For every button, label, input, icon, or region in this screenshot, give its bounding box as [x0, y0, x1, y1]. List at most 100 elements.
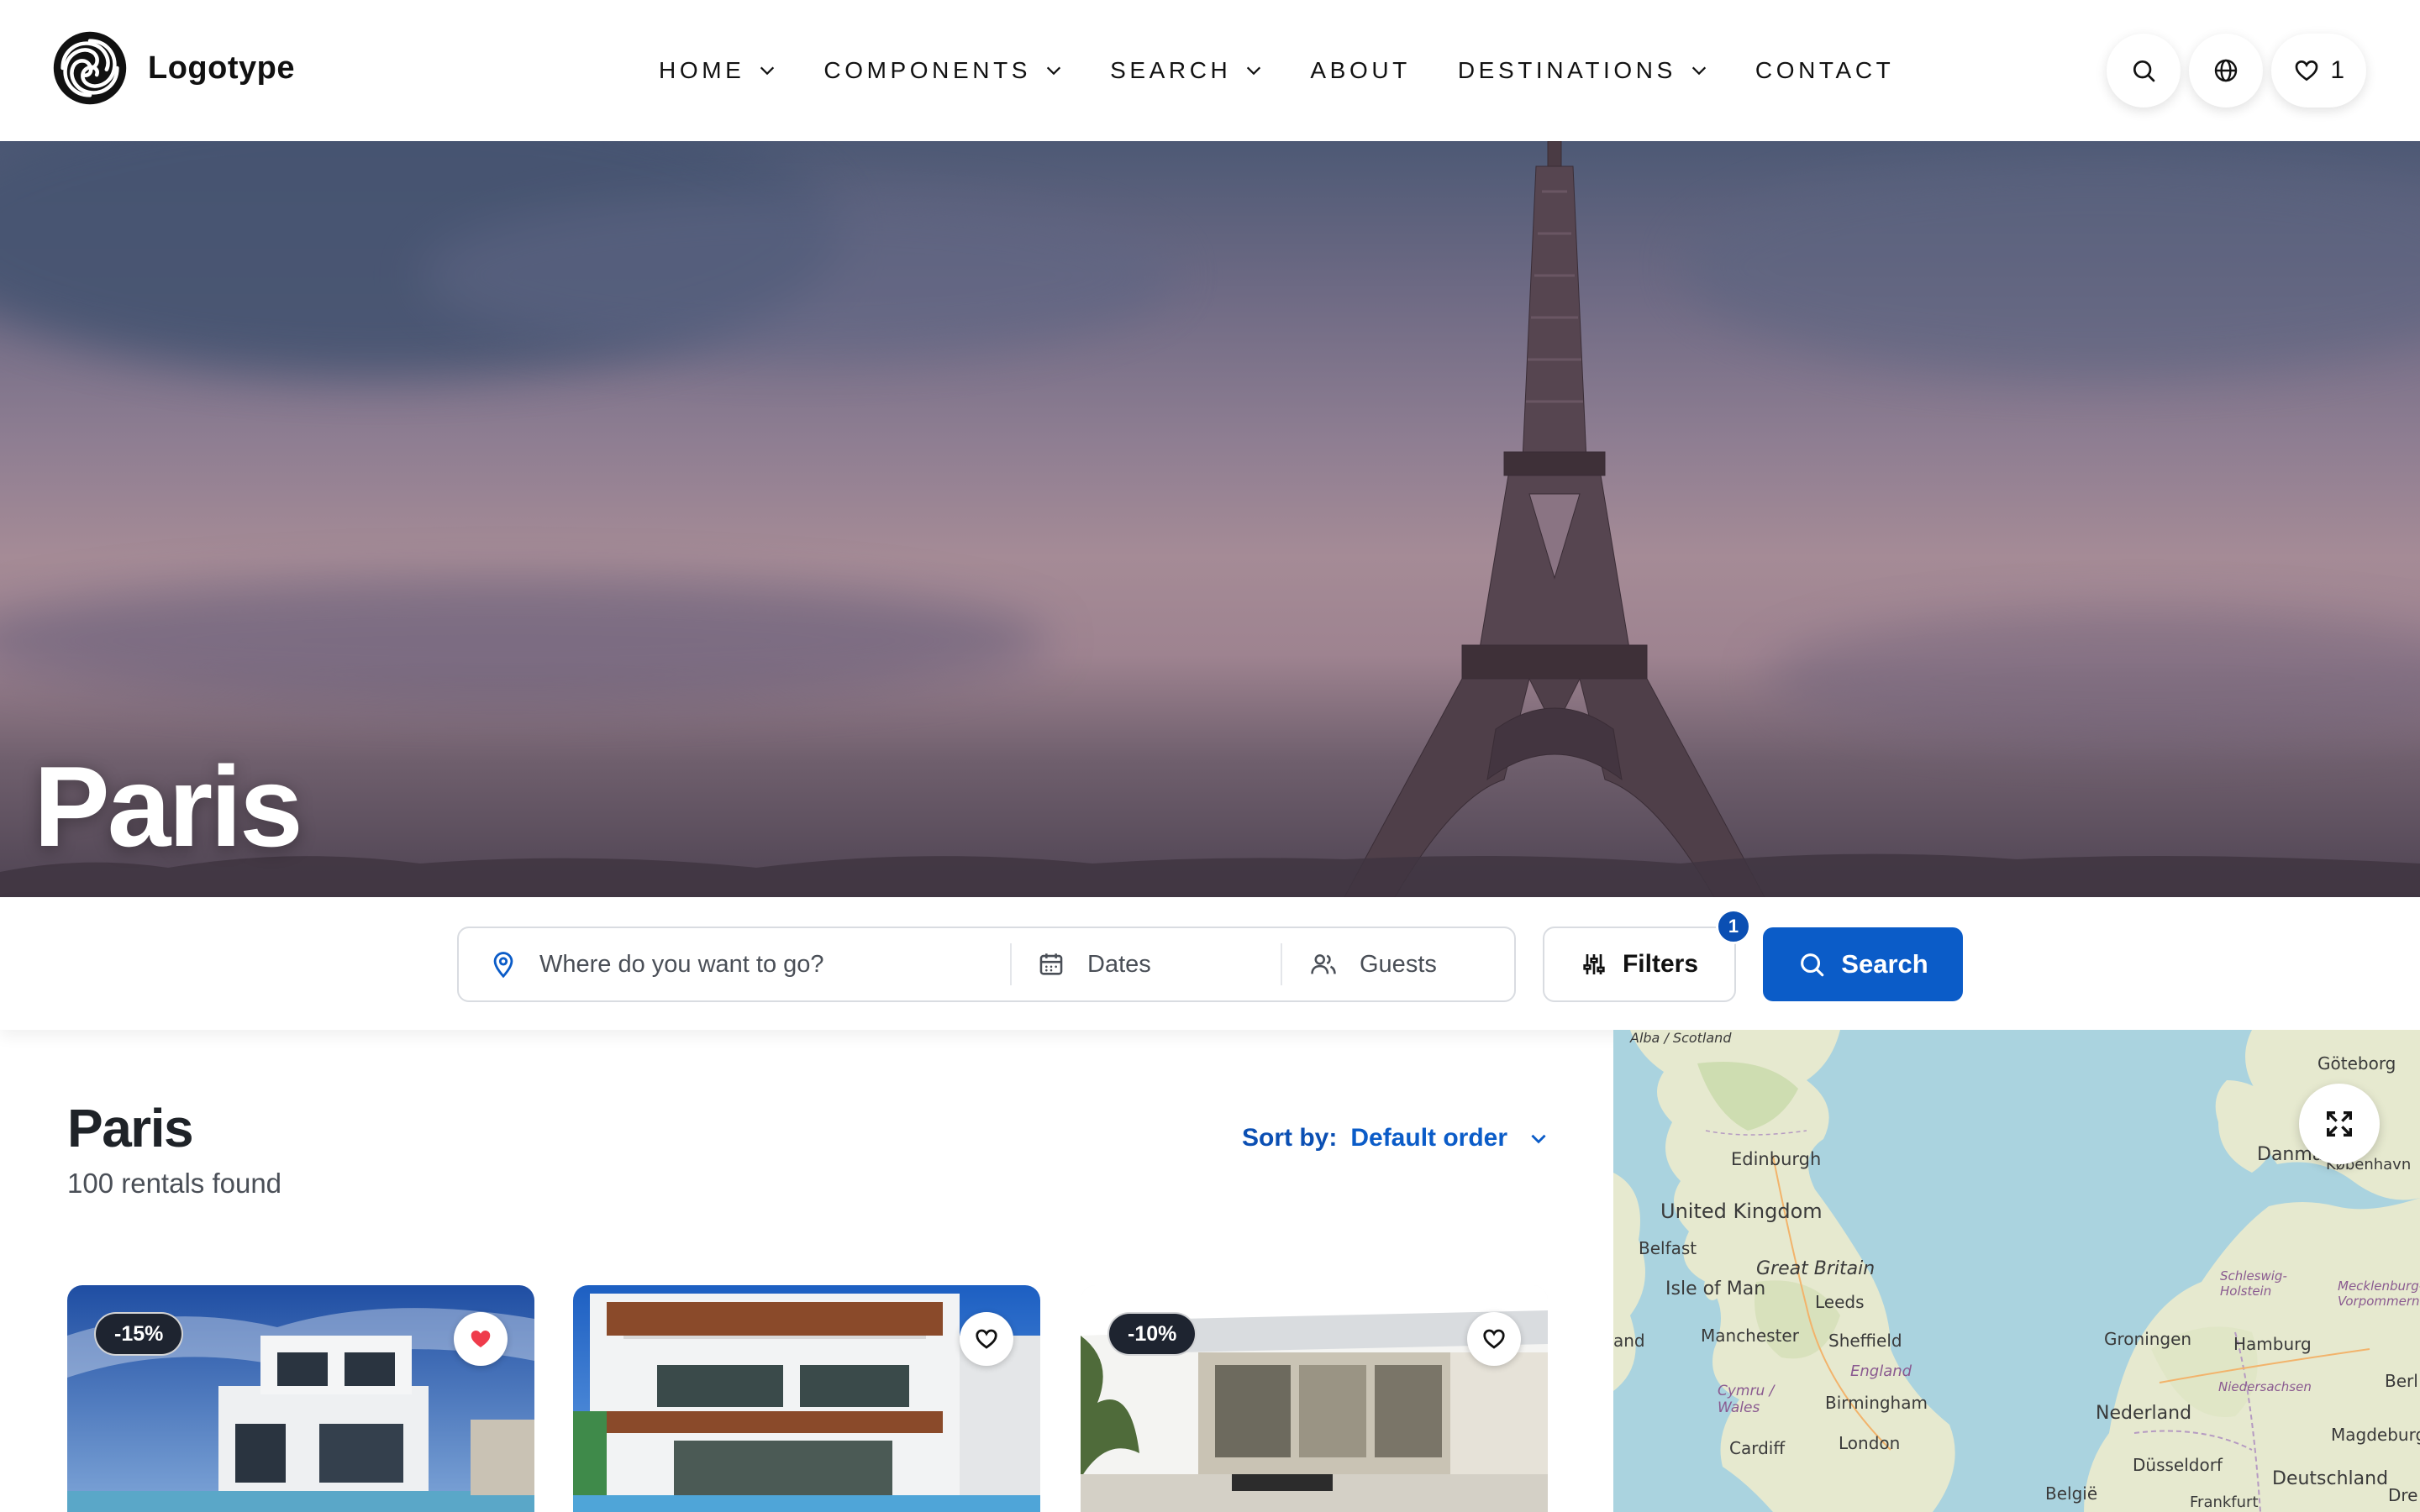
results-title: Paris: [67, 1098, 194, 1158]
map-label: Berl: [2385, 1371, 2418, 1391]
map-label: Niedersachsen: [2218, 1379, 2312, 1394]
map-label: Groningen: [2104, 1329, 2192, 1349]
favorite-button[interactable]: [454, 1312, 508, 1366]
globe-icon: [2215, 59, 2238, 82]
map-label: London: [1839, 1433, 1901, 1453]
map-label: Alba / Scotland: [1630, 1030, 1732, 1046]
nav-item-contact[interactable]: CONTACT: [1755, 57, 1894, 84]
sliders-icon: [1583, 954, 1605, 974]
map-label: Manchester: [1701, 1326, 1799, 1346]
eiffel-tower-image: [1344, 141, 1765, 897]
dates-placeholder: Dates: [1087, 950, 1151, 978]
favorite-button[interactable]: [1467, 1312, 1521, 1366]
nav-item-about[interactable]: ABOUT: [1310, 57, 1410, 84]
map-label: Sheffield: [1828, 1331, 1902, 1351]
map-label: England: [1850, 1362, 1912, 1380]
nav-label: HOME: [659, 57, 745, 83]
location-pin-icon: [493, 952, 513, 979]
guests-field[interactable]: Guests: [1282, 943, 1514, 985]
logo-swirl-icon: [53, 31, 127, 105]
chevron-down-icon: [1531, 1134, 1546, 1144]
discount-badge: -15%: [94, 1312, 184, 1356]
nav-label: ABOUT: [1310, 57, 1411, 83]
heart-icon: [2295, 60, 2318, 81]
favorites-count: 1: [2330, 56, 2344, 84]
search-bar: Where do you want to go? Dates Guests Fi…: [0, 897, 2420, 1030]
chevron-down-icon: [1046, 66, 1061, 76]
heart-icon: [1483, 1329, 1505, 1349]
map-label: Dre: [2388, 1485, 2418, 1505]
destination-field[interactable]: Where do you want to go?: [459, 943, 1012, 985]
language-button[interactable]: [2189, 34, 2264, 108]
guests-placeholder: Guests: [1360, 950, 1437, 978]
filters-count-badge: 1: [1716, 909, 1751, 944]
map-label: Isle of Man: [1665, 1278, 1766, 1299]
listing-card[interactable]: -10%: [1081, 1285, 1548, 1512]
filters-button[interactable]: Filters: [1543, 927, 1736, 1002]
header-search-button[interactable]: [2107, 34, 2181, 108]
sort-label: Sort by:: [1242, 1124, 1338, 1152]
main-nav: HOME COMPONENTS SEARCH ABOUT DESTINATION…: [659, 0, 1941, 141]
map-label: Nederland: [2096, 1403, 2192, 1424]
map-label: Great Britain: [1756, 1258, 1876, 1279]
nav-label: SEARCH: [1110, 57, 1232, 83]
map-label: Schleswig-Holstein: [2220, 1268, 2287, 1299]
sort-dropdown[interactable]: Sort by: Default order: [1242, 1124, 1549, 1152]
hero-cloud: [1765, 612, 2420, 746]
search-button[interactable]: Search: [1763, 927, 1963, 1001]
hero-cloud: [0, 578, 1050, 704]
expand-icon: [2327, 1111, 2352, 1137]
chevron-down-icon: [1691, 66, 1707, 76]
map-label: Mecklenburg-Vorpommern: [2338, 1278, 2420, 1309]
map-label: Düsseldorf: [2133, 1455, 2223, 1475]
favorites-button[interactable]: 1: [2271, 34, 2366, 108]
map-label: Birmingham: [1825, 1393, 1928, 1413]
map-label: België: [2045, 1483, 2098, 1504]
search-icon: [1801, 953, 1824, 977]
nav-item-search[interactable]: SEARCH: [1110, 57, 1263, 84]
nav-item-components[interactable]: COMPONENTS: [823, 57, 1063, 84]
results-count: 100 rentals found: [67, 1168, 282, 1199]
map-label: Cymru / Wales: [1718, 1383, 1775, 1416]
treeline-image: [0, 853, 2420, 897]
heart-filled-icon: [471, 1331, 491, 1347]
chevron-down-icon: [760, 66, 775, 76]
hero-cloud: [420, 192, 1176, 360]
search-box: Where do you want to go? Dates Guests: [457, 927, 1516, 1002]
site-header: Logotype HOME COMPONENTS SEARCH ABOUT DE…: [0, 0, 2420, 141]
map-label: Hamburg: [2233, 1334, 2312, 1354]
nav-item-home[interactable]: HOME: [659, 57, 776, 84]
dates-field[interactable]: Dates: [1012, 943, 1282, 985]
filters-label: Filters: [1622, 950, 1699, 978]
hero-title: Paris: [34, 743, 303, 870]
search-label: Search: [1841, 949, 1928, 979]
discount-badge: -10%: [1107, 1312, 1197, 1356]
map-label: Belfast: [1639, 1238, 1697, 1258]
map-label: Magdeburg: [2331, 1425, 2420, 1445]
map-label: Leeds: [1815, 1292, 1865, 1312]
map-expand-button[interactable]: [2299, 1084, 2380, 1164]
logo-text: Logotype: [148, 50, 295, 86]
map-label: Göteborg: [2317, 1053, 2396, 1074]
map-label: Edinburgh: [1731, 1149, 1822, 1169]
nav-label: CONTACT: [1754, 57, 1895, 83]
nav-label: DESTINATIONS: [1457, 57, 1676, 83]
favorite-button[interactable]: [960, 1312, 1013, 1366]
nav-item-destinations[interactable]: DESTINATIONS: [1458, 57, 1708, 84]
calendar-icon: [1039, 953, 1063, 975]
logo[interactable]: Logotype: [52, 30, 295, 106]
map-label: United Kingdom: [1660, 1200, 1823, 1223]
heart-icon: [976, 1329, 997, 1349]
map-label: Cardiff: [1729, 1438, 1786, 1458]
map-label: Frankfurt: [2190, 1494, 2259, 1511]
nav-label: COMPONENTS: [823, 57, 1032, 83]
map-label: and: [1613, 1331, 1645, 1351]
chevron-down-icon: [1247, 66, 1261, 76]
listing-card[interactable]: -15%: [67, 1285, 534, 1512]
sort-value: Default order: [1350, 1124, 1508, 1152]
search-icon: [2133, 60, 2155, 82]
hero-banner: Paris: [0, 141, 2420, 897]
destination-placeholder: Where do you want to go?: [539, 950, 824, 978]
listing-card[interactable]: [573, 1285, 1040, 1512]
results-map[interactable]: Alba / Scotland Edinburgh United Kingdom…: [1613, 1030, 2420, 1512]
